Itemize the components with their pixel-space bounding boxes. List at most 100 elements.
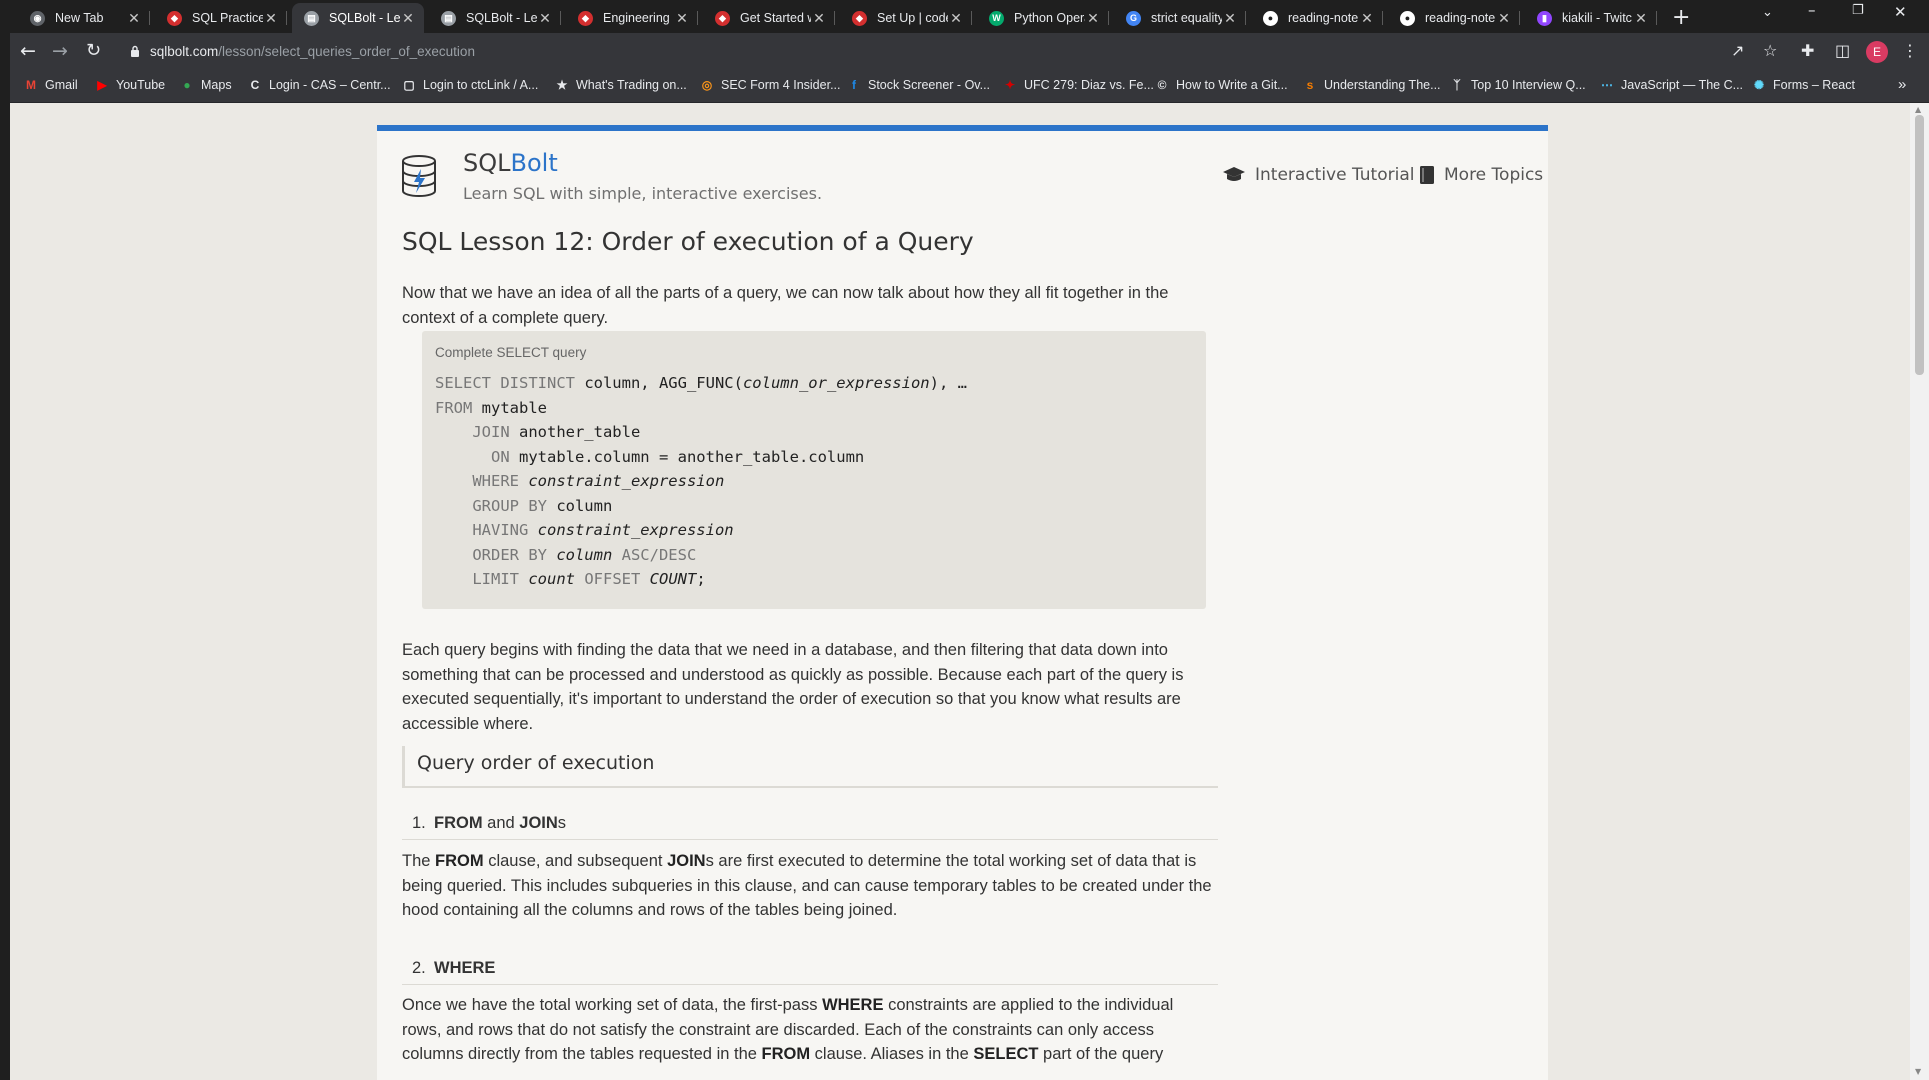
minimize-button[interactable]: –	[1808, 1, 1816, 19]
profile-avatar[interactable]: E	[1866, 41, 1888, 63]
browser-tab[interactable]: ● reading-note ✕	[1251, 3, 1383, 33]
cas-icon: C	[250, 78, 260, 92]
bookmark-star-icon[interactable]: ☆	[1763, 41, 1777, 60]
bookmark-label: Gmail	[45, 78, 78, 92]
browser-tab[interactable]: Gstrict equality ✕	[1114, 3, 1246, 33]
bookmark-item[interactable]: © How to Write a Git...	[1155, 78, 1288, 92]
browser-tab[interactable]: ◆ SQL Practice |✕	[155, 3, 287, 33]
bookmark-item[interactable]: ▶ YouTube	[95, 78, 165, 92]
reload-icon[interactable]: ↻	[86, 40, 101, 61]
bookmark-label: Forms – React	[1773, 78, 1855, 92]
browser-tab[interactable]: ◆ Get Started w ✕	[703, 3, 835, 33]
code-line: ON mytable.column = another_table.column	[435, 445, 967, 470]
browser-tab[interactable]: ◆ Engineering F ✕	[566, 3, 698, 33]
side-panel-icon[interactable]: ◫	[1835, 41, 1850, 60]
close-icon[interactable]: ✕	[537, 10, 553, 27]
scroll-up-icon[interactable]: ▲	[1915, 105, 1921, 114]
bookmark-label: How to Write a Git...	[1176, 78, 1288, 92]
bookmark-item[interactable]: ★ What's Trading on...	[555, 78, 687, 92]
browser-tab[interactable]: ▤ SQLBolt - Lea ✕	[429, 3, 561, 33]
site-brand[interactable]: SQLBolt	[463, 149, 558, 177]
text-run: clause. Aliases in the	[810, 1045, 974, 1063]
bookmark-item[interactable]: f Stock Screener - Ov...	[847, 78, 990, 92]
keyword-select: SELECT	[973, 1045, 1039, 1063]
star-icon: ★	[556, 78, 568, 92]
browser-tab[interactable]: ▤ SQLBolt - Lea ✕	[292, 3, 424, 33]
close-icon[interactable]: ✕	[263, 10, 279, 27]
keyword-where: WHERE	[822, 996, 884, 1014]
close-icon[interactable]: ✕	[400, 10, 416, 27]
tab-separator	[1382, 11, 1383, 25]
sql-keyword: HAVING	[435, 521, 529, 539]
google-icon: G	[1126, 10, 1141, 26]
forward-arrow-icon[interactable]: →	[52, 40, 68, 62]
bookmarks-overflow-icon[interactable]: »	[1898, 76, 1906, 93]
bookmark-item[interactable]: ◎ SEC Form 4 Insider...	[700, 78, 841, 92]
text-run: The	[402, 852, 436, 870]
keyword-join: JOIN	[519, 814, 558, 832]
close-window-button[interactable]: ✕	[1894, 3, 1907, 21]
close-icon[interactable]: ✕	[674, 10, 690, 27]
tab-label: SQL Practice |	[192, 11, 263, 25]
restore-button[interactable]: ❐	[1852, 3, 1864, 18]
close-icon[interactable]: ✕	[1359, 10, 1375, 27]
bookmark-item[interactable]: ✦ UFC 279: Diaz vs. Fe...	[1003, 78, 1154, 92]
shield-icon: ◆	[578, 10, 593, 26]
bookmark-item[interactable]: ▢ Login to ctcLink / A...	[402, 78, 538, 92]
keyword-where: WHERE	[434, 959, 496, 977]
address-bar[interactable]: sqlbolt.com/lesson/select_queries_order_…	[150, 44, 475, 59]
bookmark-item[interactable]: M Gmail	[24, 78, 78, 92]
back-arrow-icon[interactable]: ←	[20, 40, 36, 62]
browser-tab[interactable]: ▮ kiakili - Twitc ✕	[1525, 3, 1657, 33]
bookmark-item[interactable]: ᛉ Top 10 Interview Q...	[1450, 78, 1585, 92]
book-icon	[1420, 166, 1434, 184]
scroll-down-icon[interactable]: ▼	[1915, 1067, 1921, 1076]
browser-tab[interactable]: ● reading-note ✕	[1388, 3, 1520, 33]
tab-separator	[971, 11, 972, 25]
close-icon[interactable]: ✕	[1222, 10, 1238, 27]
sql-keyword: OFFSET	[575, 570, 641, 588]
close-icon[interactable]: ✕	[811, 10, 827, 27]
bookmark-label: Login - CAS – Centr...	[269, 78, 391, 92]
deer-icon: ᛉ	[1453, 78, 1461, 92]
browser-tab[interactable]: ◉ New Tab ✕	[18, 3, 150, 33]
scrollbar-thumb[interactable]	[1915, 115, 1924, 375]
menu-kebab-icon[interactable]: ⋮	[1902, 41, 1918, 60]
browser-tab[interactable]: W Python Opera ✕	[977, 3, 1109, 33]
lesson-title: SQL Lesson 12: Order of execution of a Q…	[402, 227, 974, 256]
lock-icon[interactable]	[130, 45, 140, 57]
share-icon[interactable]: ↗	[1731, 41, 1744, 60]
close-icon[interactable]: ✕	[1085, 10, 1101, 27]
nav-more-topics[interactable]: More Topics	[1419, 165, 1543, 185]
close-icon[interactable]: ✕	[1496, 10, 1512, 27]
bookmark-item[interactable]: C Login - CAS – Centr...	[248, 78, 391, 92]
bookmark-item[interactable]: s Understanding The...	[1303, 78, 1441, 92]
bookmark-item[interactable]: ● Maps	[180, 78, 231, 92]
step2-paragraph: Once we have the total working set of da…	[402, 993, 1212, 1067]
browser-tab[interactable]: ◆ Set Up | code ✕	[840, 3, 972, 33]
page-viewport: SQLBolt Learn SQL with simple, interacti…	[10, 103, 1910, 1080]
tab-search-icon[interactable]: ⌄	[1762, 5, 1773, 20]
sql-keyword: FROM	[435, 398, 473, 417]
step-number: 1.	[412, 814, 426, 832]
copyright-icon: ©	[1157, 78, 1167, 92]
close-icon[interactable]: ✕	[948, 10, 964, 27]
page-scrollbar[interactable]: ▲ ▼	[1910, 103, 1929, 1080]
extensions-icon[interactable]: ✚	[1801, 41, 1814, 60]
ufc-icon: ✦	[1004, 78, 1016, 92]
bookmark-item[interactable]: ✺ Forms – React	[1752, 78, 1855, 92]
database-logo-icon[interactable]	[401, 155, 437, 197]
bookmark-item[interactable]: ⋯ JavaScript — The C...	[1600, 78, 1743, 92]
keyword-join: JOIN	[667, 852, 706, 870]
sql-text: another_table	[509, 423, 641, 441]
sql-keyword: LIMIT	[435, 570, 519, 588]
new-tab-button[interactable]: +	[1672, 5, 1690, 30]
close-icon[interactable]: ✕	[126, 10, 142, 27]
close-icon[interactable]: ✕	[1633, 10, 1649, 27]
twitch-icon: ▮	[1537, 10, 1552, 26]
code-line: SELECT DISTINCT column, AGG_FUNC(column_…	[435, 371, 967, 396]
section-heading: Query order of execution	[402, 746, 1218, 788]
nav-interactive-tutorial[interactable]: Interactive Tutorial	[1222, 165, 1414, 185]
sql-placeholder: count	[519, 570, 575, 588]
step-suffix: s	[557, 814, 567, 832]
